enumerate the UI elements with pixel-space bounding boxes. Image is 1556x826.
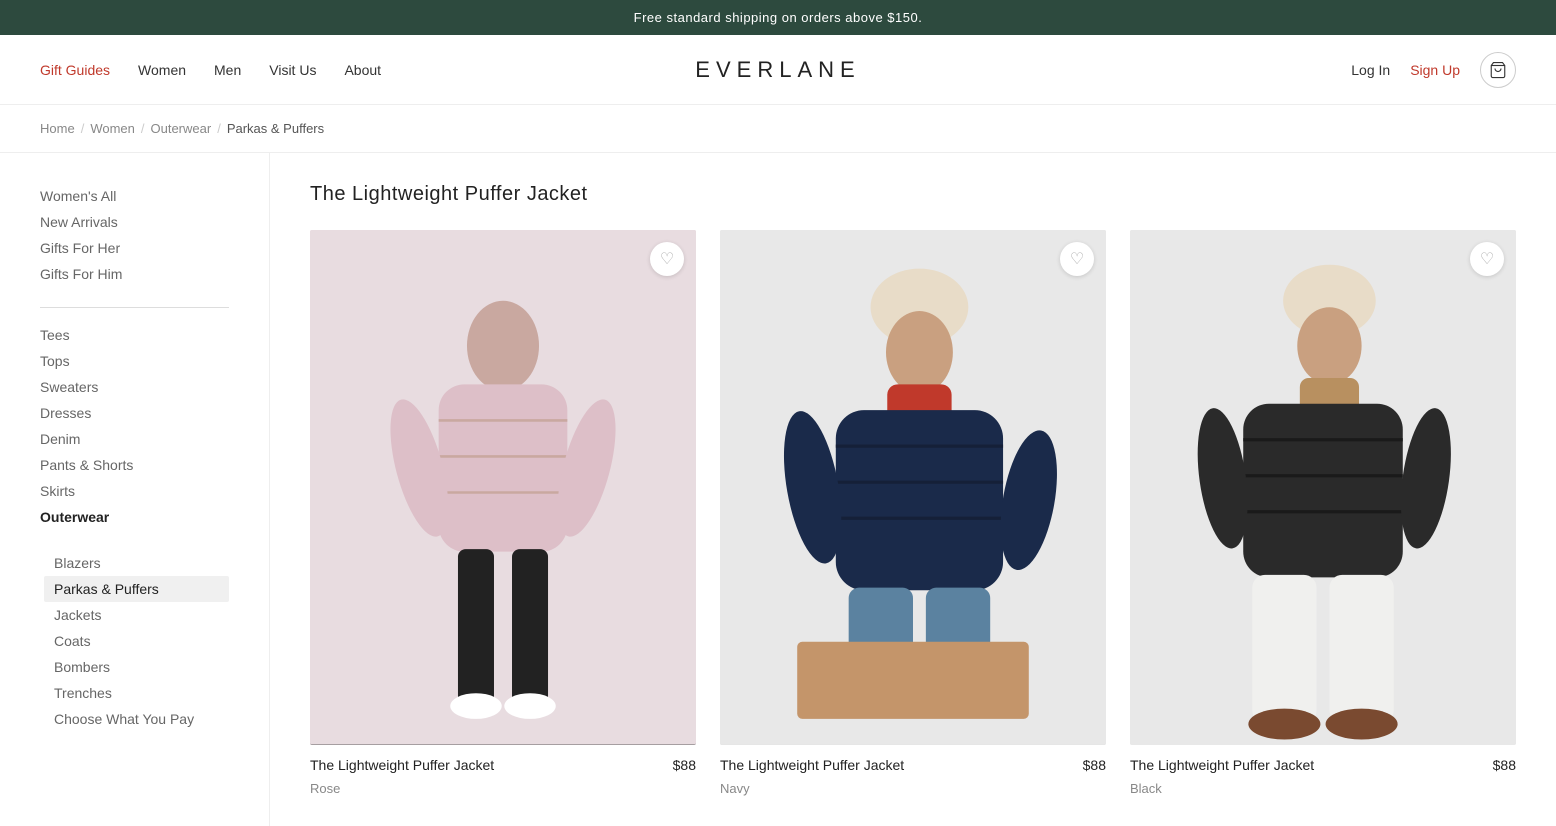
product-card-0[interactable]: ♡ The Lightweight Puffer Jacket $88 Rose	[310, 230, 696, 796]
breadcrumb-women[interactable]: Women	[90, 121, 135, 136]
signup-button[interactable]: Sign Up	[1410, 62, 1460, 78]
sidebar-gifts-her[interactable]: Gifts For Her	[40, 235, 229, 261]
banner-text: Free standard shipping on orders above $…	[634, 10, 923, 25]
sidebar-blazers[interactable]: Blazers	[54, 550, 229, 576]
product-name-1: The Lightweight Puffer Jacket	[720, 757, 904, 773]
nav-visit-us[interactable]: Visit Us	[269, 62, 316, 78]
nav-gift-guides[interactable]: Gift Guides	[40, 62, 110, 78]
sidebar-parkas-puffers[interactable]: Parkas & Puffers	[44, 576, 229, 602]
product-image-svg-2	[1130, 230, 1516, 745]
nav-about[interactable]: About	[344, 62, 381, 78]
bag-icon	[1489, 61, 1507, 79]
product-grid: ♡ The Lightweight Puffer Jacket $88 Rose	[310, 230, 1516, 796]
promo-banner: Free standard shipping on orders above $…	[0, 0, 1556, 35]
sidebar-pants-shorts[interactable]: Pants & Shorts	[40, 452, 229, 478]
sidebar-top-section: Women's All New Arrivals Gifts For Her G…	[40, 183, 229, 287]
product-image-svg-1	[720, 230, 1106, 745]
sidebar-category-section: Tees Tops Sweaters Dresses Denim Pants &…	[40, 322, 229, 530]
wishlist-button-1[interactable]: ♡	[1060, 242, 1094, 276]
product-image-1: ♡	[720, 230, 1106, 745]
breadcrumb-outerwear[interactable]: Outerwear	[151, 121, 212, 136]
sidebar-choose-what-you-pay[interactable]: Choose What You Pay	[54, 706, 229, 732]
product-image-0: ♡	[310, 230, 696, 745]
product-price-1: $88	[1083, 757, 1106, 773]
breadcrumb-current: Parkas & Puffers	[227, 121, 324, 136]
sidebar: Women's All New Arrivals Gifts For Her G…	[0, 153, 270, 826]
product-name-2: The Lightweight Puffer Jacket	[1130, 757, 1314, 773]
sidebar-sub-section: Blazers Parkas & Puffers Jackets Coats B…	[40, 550, 229, 732]
site-logo[interactable]: EVERLANE	[695, 57, 860, 83]
page-title: The Lightweight Puffer Jacket	[310, 183, 1516, 206]
product-price-2: $88	[1493, 757, 1516, 773]
sidebar-skirts[interactable]: Skirts	[40, 478, 229, 504]
sidebar-divider	[40, 307, 229, 308]
product-info-1: The Lightweight Puffer Jacket $88	[720, 745, 1106, 779]
main-nav: Gift Guides Women Men Visit Us About	[40, 62, 381, 78]
product-card-1[interactable]: ♡ The Lightweight Puffer Jacket $88 Navy	[720, 230, 1106, 796]
sidebar-gifts-him[interactable]: Gifts For Him	[40, 261, 229, 287]
product-card-2[interactable]: ♡ The Lightweight Puffer Jacket $88 Blac…	[1130, 230, 1516, 796]
sidebar-coats[interactable]: Coats	[54, 628, 229, 654]
sidebar-denim[interactable]: Denim	[40, 426, 229, 452]
sidebar-new-arrivals[interactable]: New Arrivals	[40, 209, 229, 235]
login-button[interactable]: Log In	[1351, 62, 1390, 78]
nav-men[interactable]: Men	[214, 62, 241, 78]
header-actions: Log In Sign Up	[1351, 52, 1516, 88]
cart-button[interactable]	[1480, 52, 1516, 88]
site-header: Gift Guides Women Men Visit Us About EVE…	[0, 35, 1556, 105]
breadcrumb: Home / Women / Outerwear / Parkas & Puff…	[0, 105, 1556, 153]
sidebar-outerwear[interactable]: Outerwear	[40, 504, 229, 530]
sidebar-jackets[interactable]: Jackets	[54, 602, 229, 628]
product-color-0: Rose	[310, 781, 696, 796]
wishlist-button-0[interactable]: ♡	[650, 242, 684, 276]
product-info-2: The Lightweight Puffer Jacket $88	[1130, 745, 1516, 779]
sidebar-trenches[interactable]: Trenches	[54, 680, 229, 706]
sidebar-tops[interactable]: Tops	[40, 348, 229, 374]
sidebar-dresses[interactable]: Dresses	[40, 400, 229, 426]
product-name-0: The Lightweight Puffer Jacket	[310, 757, 494, 773]
product-image-2: ♡	[1130, 230, 1516, 745]
main-layout: Women's All New Arrivals Gifts For Her G…	[0, 153, 1556, 826]
sidebar-womens-all[interactable]: Women's All	[40, 183, 229, 209]
product-listing: The Lightweight Puffer Jacket	[270, 153, 1556, 826]
breadcrumb-home[interactable]: Home	[40, 121, 75, 136]
product-image-svg-0	[310, 230, 696, 745]
nav-women[interactable]: Women	[138, 62, 186, 78]
product-color-2: Black	[1130, 781, 1516, 796]
product-info-0: The Lightweight Puffer Jacket $88	[310, 745, 696, 779]
wishlist-button-2[interactable]: ♡	[1470, 242, 1504, 276]
product-price-0: $88	[673, 757, 696, 773]
sidebar-bombers[interactable]: Bombers	[54, 654, 229, 680]
sidebar-tees[interactable]: Tees	[40, 322, 229, 348]
product-color-1: Navy	[720, 781, 1106, 796]
sidebar-sweaters[interactable]: Sweaters	[40, 374, 229, 400]
